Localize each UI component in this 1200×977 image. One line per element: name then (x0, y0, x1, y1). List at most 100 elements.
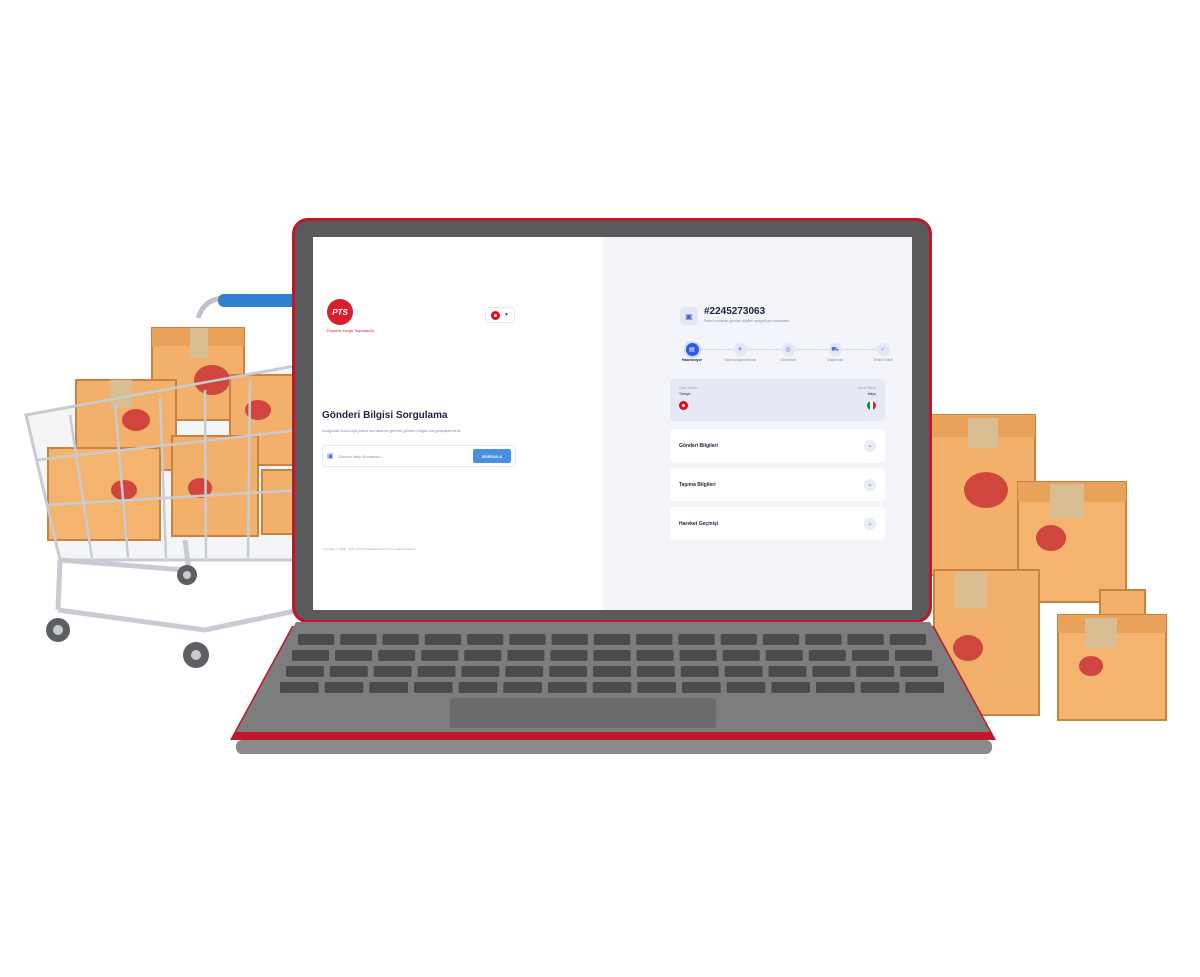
keyboard-key (679, 650, 717, 661)
accordion-shipment-info[interactable]: Gönderi Bilgileri ⌄ (670, 429, 885, 462)
italy-flag-icon (867, 401, 876, 410)
package-icon: ▣ (327, 453, 334, 460)
keyboard-key (900, 666, 938, 677)
accordion-title: Taşıma Bilgileri (679, 481, 716, 488)
route-card: Çıkış Ülkesi Türkiye Varış Ülkesi İtalya (670, 379, 885, 421)
accordion-title: Gönderi Bilgileri (679, 442, 718, 449)
keyboard-key (507, 650, 545, 661)
keyboard-key (636, 650, 674, 661)
chevron-down-icon: ▼ (504, 312, 509, 318)
keyboard-key (847, 634, 884, 645)
customs-icon: ◎ (781, 343, 795, 356)
step-preparing[interactable]: ▤ Hazırlanıyor (672, 343, 712, 362)
truck-icon: ⛟ (828, 343, 842, 356)
keyboard-key (720, 634, 757, 645)
keyboard-key (298, 634, 335, 645)
keyboard-key (592, 682, 632, 693)
query-pane: PTS Express Kargo Taşımacılık ▼ Gönderi … (313, 237, 603, 610)
keyboard-key (905, 682, 944, 693)
step-label: Dağıtımda (826, 358, 844, 362)
keyboard-key (765, 650, 803, 661)
keyboard-key (505, 666, 544, 677)
keyboard-key (851, 650, 889, 661)
keyboard-key (340, 634, 377, 645)
keyboard-key (805, 634, 842, 645)
keyboard-key (682, 682, 721, 693)
keyboard-key (812, 666, 851, 677)
destination: Varış Ülkesi İtalya (858, 386, 876, 411)
keyboard-key (768, 666, 807, 677)
package-icon: ▣ (680, 307, 698, 325)
chevron-down-icon[interactable]: ⌄ (864, 478, 876, 491)
keyboard-key (292, 650, 330, 661)
box-icon: ▤ (685, 343, 699, 356)
chevron-down-icon[interactable]: ⌄ (864, 517, 876, 530)
destination-country: İtalya (867, 392, 876, 396)
keyboard-key (329, 666, 368, 677)
tracking-result-pane: ▣ #2245273063 Paket numarası gönderi bil… (603, 237, 912, 610)
keyboard-key (637, 682, 676, 693)
step-label: Teslim Edildi (873, 358, 893, 362)
step-out-for-delivery[interactable]: ⛟ Dağıtımda (815, 343, 855, 362)
laptop-keyboard-base (230, 622, 996, 754)
accordion-movement-history[interactable]: Hareket Geçmişi ⌄ (670, 507, 885, 540)
keyboard-key (636, 666, 675, 677)
check-icon: ✓ (876, 343, 890, 356)
keyboard-key (894, 650, 932, 661)
brand-logo[interactable]: PTS Express Kargo Taşımacılık (327, 299, 374, 333)
chevron-down-icon[interactable]: ⌄ (864, 439, 876, 452)
tracking-subtitle: Paket numarası gönderi bilgileri aşağıda… (704, 319, 791, 323)
copyright-text: Copyright © 2008 - 2021 PTS Worldwide Ex… (322, 547, 417, 551)
accordion-transport-info[interactable]: Taşıma Bilgileri ⌄ (670, 468, 885, 501)
keyboard-key (324, 682, 364, 693)
accordion-title: Hareket Geçmişi (679, 520, 719, 527)
keyboard-key (724, 666, 763, 677)
tracking-number: #2245273063 (704, 306, 766, 317)
keyboard-key (373, 666, 412, 677)
page-description: Aşağıdaki kutucuğa paket numaranızı gire… (322, 428, 462, 433)
origin-label: Çıkış Ülkesi (679, 386, 698, 390)
keyboard-key (771, 682, 810, 693)
keyboard-key (762, 634, 800, 645)
step-label: Taşıma Aşamasında (724, 358, 756, 362)
step-in-transit[interactable]: ✈ Taşıma Aşamasında (720, 343, 760, 362)
tracking-number-input[interactable] (337, 453, 458, 459)
query-button[interactable]: SORGULA (473, 449, 511, 463)
keyboard-key (889, 634, 926, 645)
origin: Çıkış Ülkesi Türkiye (679, 386, 697, 411)
keyboard-key (726, 682, 766, 693)
keyboard-key (421, 650, 459, 661)
tracking-search-box: ▣ SORGULA (322, 445, 516, 467)
keyboard-key (378, 650, 416, 661)
keyboard-key (593, 634, 631, 645)
step-delivered[interactable]: ✓ Teslim Edildi (863, 343, 903, 362)
keyboard-key (280, 682, 319, 693)
keyboard-key (503, 682, 542, 693)
destination-label: Varış Ülkesi (857, 386, 876, 390)
turkey-flag-icon (491, 310, 501, 320)
keyboard-key (414, 682, 453, 693)
keyboard-key (722, 650, 760, 661)
step-customs[interactable]: ◎ Gümrükte (768, 343, 808, 362)
keyboard-key (860, 682, 900, 693)
keyboard-key (808, 650, 846, 661)
keyboard-key (548, 682, 587, 693)
pts-logo-icon: PTS (327, 299, 353, 325)
laptop-screen: PTS Express Kargo Taşımacılık ▼ Gönderi … (313, 237, 912, 610)
keyboard-key (678, 634, 715, 645)
keyboard-key (417, 666, 456, 677)
tracking-header: ▣ #2245273063 Paket numarası gönderi bil… (680, 307, 790, 325)
step-label: Hazırlanıyor (681, 358, 703, 362)
brand-tagline: Express Kargo Taşımacılık (327, 328, 375, 333)
keyboard-key (458, 682, 498, 693)
language-selector[interactable]: ▼ (485, 307, 515, 323)
turkey-flag-icon (679, 401, 688, 410)
keyboard-key (369, 682, 408, 693)
keyboard-key (424, 634, 462, 645)
keyboard-key (593, 666, 631, 677)
keyboard-key (550, 650, 588, 661)
keyboard-key (382, 634, 419, 645)
keyboard-key (856, 666, 895, 677)
origin-country: Türkiye (679, 392, 691, 396)
shipment-progress-steps: ▤ Hazırlanıyor ✈ Taşıma Aşamasında ◎ Güm… (680, 343, 895, 371)
